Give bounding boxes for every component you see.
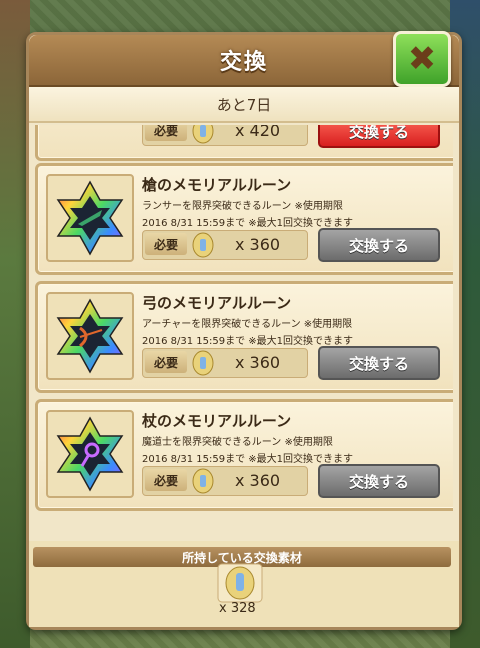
requirement-box: 必要 x 360 [142,466,308,496]
requirement-qty: x 420 [235,125,281,140]
item-deadline: 2016 8/31 15:59まで ※最大1回交換できます [142,454,354,465]
exchange-list[interactable]: 必要 x 420 交換する 槍のメモリアルルーン ランサーを限界突破できるルーン… [35,125,453,535]
requirement-box: 必要 x 360 [142,230,308,260]
close-button[interactable]: ✖ [393,31,451,87]
item-description: アーチャーを限界突破できるルーン ※使用期限 [142,319,353,330]
caster-rune-icon [56,416,124,492]
requirement-label: 必要 [145,469,187,491]
footer-notch [219,517,267,539]
requirement-label: 必要 [145,233,187,255]
dialog-title: 交換 [219,50,268,75]
item-name: 槍のメモリアルルーン [142,176,292,194]
exchange-button[interactable]: 交換する [318,228,440,262]
exchange-material-icon [192,468,214,494]
exchange-button[interactable]: 交換する [318,464,440,498]
exchange-item: 槍のメモリアルルーン ランサーを限界突破できるルーン ※使用期限 2016 8/… [35,163,453,275]
requirement-qty: x 360 [235,471,281,490]
exchange-dialog: 交換 ✖ あと7日 必要 x 420 交換する 槍のメモリアルルーン ランサーを… [26,31,462,630]
close-x-icon: ✖ [407,39,437,79]
remaining-time-bar: あと7日 [29,87,459,123]
item-icon-box [46,292,134,380]
lancer-rune-icon [56,180,124,256]
requirement-qty: x 360 [235,235,281,254]
item-icon-box [46,410,134,498]
owned-material-qty: x 328 [219,601,256,616]
exchange-item-partial: 必要 x 420 交換する [35,125,453,161]
item-icon-box [46,174,134,262]
exchange-material-icon [192,125,214,144]
exchange-material-icon [192,350,214,376]
item-description: 魔道士を限界突破できるルーン ※使用期限 [142,437,333,448]
exchange-material-icon [217,563,263,603]
exchange-button[interactable]: 交換する [318,346,440,380]
archer-rune-icon [56,298,124,374]
exchange-item: 弓のメモリアルルーン アーチャーを限界突破できるルーン ※使用期限 2016 8… [35,281,453,393]
requirement-box: 必要 x 420 [142,125,308,146]
requirement-label: 必要 [145,125,187,141]
item-deadline: 2016 8/31 15:59まで ※最大1回交換できます [142,336,354,347]
item-name: 弓のメモリアルルーン [142,294,292,312]
exchange-button[interactable]: 交換する [318,125,440,148]
requirement-box: 必要 x 360 [142,348,308,378]
remaining-time: あと7日 [216,95,272,114]
requirement-qty: x 360 [235,353,281,372]
item-description: ランサーを限界突破できるルーン ※使用期限 [142,201,343,212]
exchange-item: 杖のメモリアルルーン 魔道士を限界突破できるルーン ※使用期限 2016 8/3… [35,399,453,511]
exchange-material-icon [192,232,214,258]
item-deadline: 2016 8/31 15:59まで ※最大1回交換できます [142,218,354,229]
requirement-label: 必要 [145,351,187,373]
item-name: 杖のメモリアルルーン [142,412,292,430]
